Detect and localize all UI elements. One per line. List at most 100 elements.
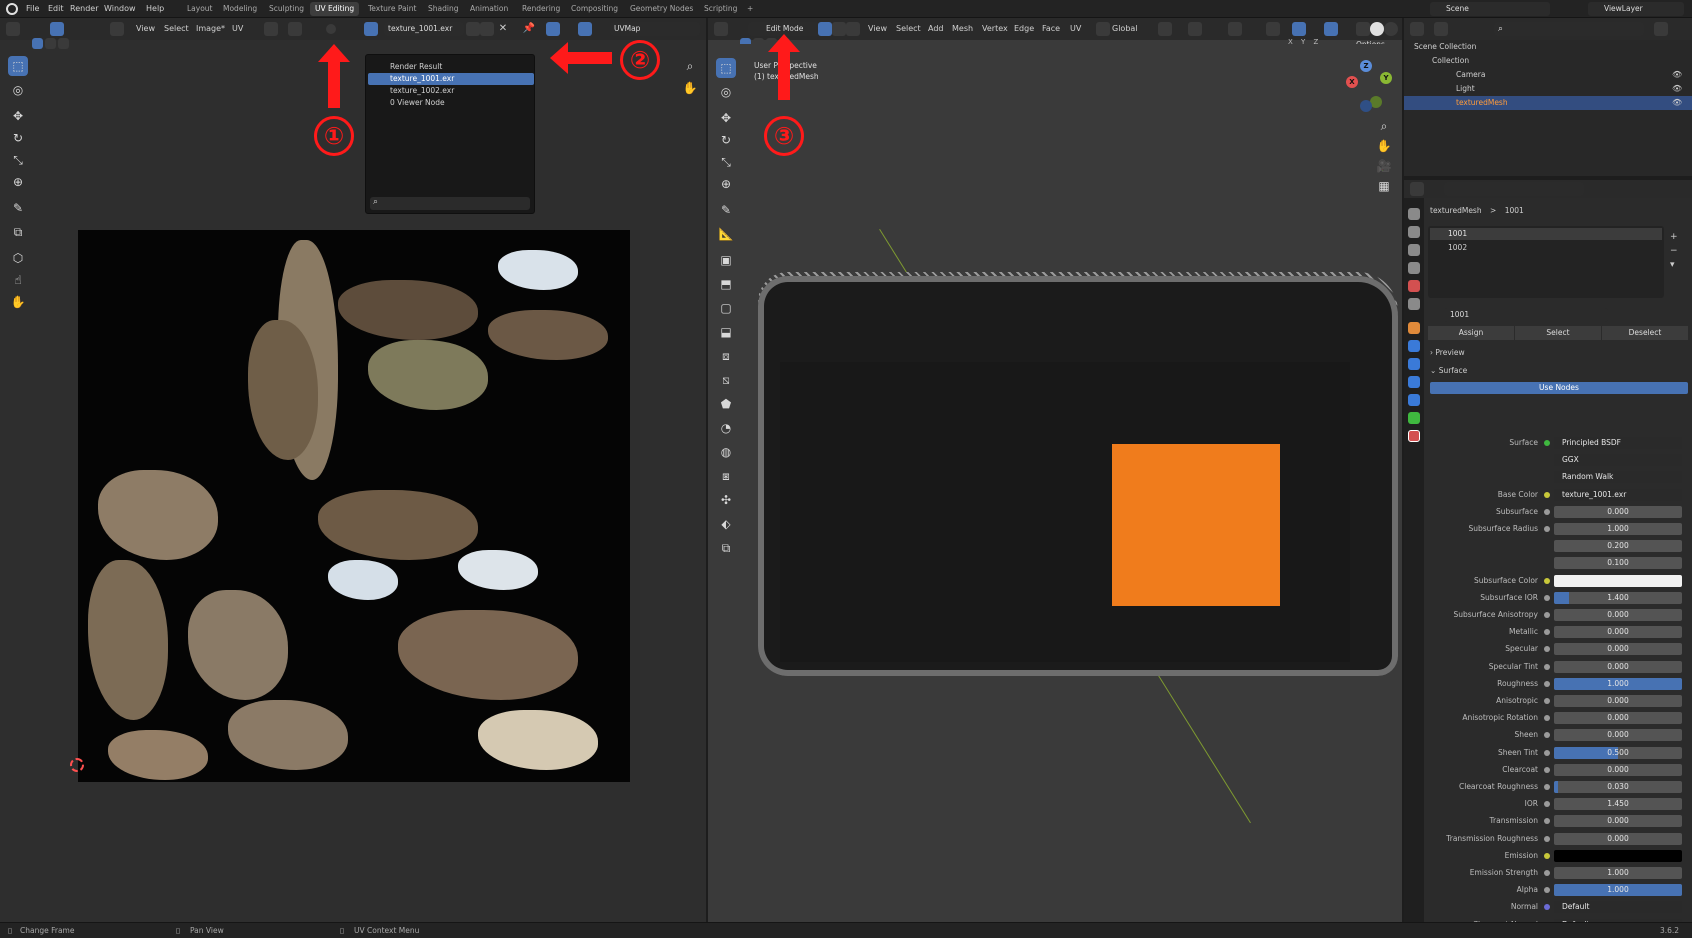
vertex-select-icon[interactable] bbox=[818, 22, 832, 36]
socket-dot-icon[interactable] bbox=[1544, 715, 1550, 722]
sync-selection-icon[interactable] bbox=[110, 22, 124, 36]
socket-dot-icon[interactable] bbox=[1544, 508, 1550, 515]
number-field[interactable]: 0.000 bbox=[1554, 626, 1682, 639]
material-tab-icon[interactable] bbox=[1408, 430, 1420, 442]
overlays-icon[interactable] bbox=[578, 22, 592, 36]
number-field[interactable]: 0.000 bbox=[1554, 609, 1682, 621]
select-new-icon[interactable] bbox=[32, 38, 43, 49]
select-extend-icon[interactable] bbox=[45, 38, 56, 49]
gizmo-toggle-icon[interactable] bbox=[1292, 22, 1306, 36]
uv-menu-view[interactable]: View bbox=[136, 22, 155, 36]
socket-dot-icon[interactable] bbox=[1544, 526, 1550, 532]
visibility-eye-icons[interactable]: 👁 👁 👁 bbox=[1672, 68, 1682, 110]
socket-dot-icon[interactable] bbox=[1544, 646, 1550, 653]
socket-dot-icon[interactable] bbox=[1544, 801, 1550, 808]
socket-dot-icon[interactable] bbox=[1544, 784, 1550, 790]
tab-sculpting[interactable]: Sculpting bbox=[264, 2, 309, 16]
assign-button[interactable]: Assign bbox=[1428, 326, 1514, 340]
annotate-tool-icon[interactable]: ✎ bbox=[716, 200, 736, 220]
material-slot-1002[interactable]: 1002 bbox=[1430, 242, 1662, 254]
poly-build-tool-icon[interactable]: ⬟ bbox=[716, 394, 736, 414]
number-field[interactable]: 0.000 bbox=[1554, 505, 1682, 518]
gizmo-x-axis[interactable]: X bbox=[1346, 76, 1358, 88]
tab-shading[interactable]: Shading bbox=[423, 2, 463, 16]
color-swatch[interactable] bbox=[1554, 574, 1682, 587]
uv-menu-image[interactable]: Image* bbox=[196, 22, 225, 36]
number-field[interactable]: 0.000 bbox=[1554, 660, 1682, 673]
gizmo-neg-z-axis[interactable] bbox=[1360, 100, 1372, 112]
viewport-menu-face[interactable]: Face bbox=[1042, 22, 1060, 36]
rotate-tool-icon[interactable]: ↻ bbox=[8, 128, 28, 148]
dropdown-item-texture-1002[interactable]: texture_1002.exr bbox=[368, 85, 534, 97]
use-nodes-button[interactable]: Use Nodes bbox=[1430, 382, 1688, 394]
number-field[interactable]: 0.000 bbox=[1554, 729, 1682, 742]
socket-dot-icon[interactable] bbox=[1544, 629, 1550, 636]
outliner-search-input[interactable]: ⌕ bbox=[1494, 22, 1644, 36]
scale-tool-icon[interactable]: ⤡ bbox=[8, 150, 28, 170]
menu-render[interactable]: Render bbox=[70, 2, 98, 16]
value-field[interactable]: GGX bbox=[1554, 454, 1682, 467]
editor-type-icon[interactable] bbox=[6, 22, 20, 36]
socket-dot-icon[interactable] bbox=[1544, 680, 1550, 687]
number-field[interactable]: 0.500 bbox=[1554, 746, 1682, 759]
proportional-edit-icon[interactable] bbox=[326, 24, 336, 34]
physics-tab-icon[interactable] bbox=[1408, 376, 1420, 388]
new-image-icon[interactable] bbox=[466, 22, 480, 36]
render-tab-icon[interactable] bbox=[1408, 226, 1420, 238]
outliner-row-collection[interactable]: Collection bbox=[1404, 54, 1692, 68]
material-name-field[interactable]: 1001 bbox=[1444, 308, 1608, 322]
dropdown-search-input[interactable]: ⌕ bbox=[370, 197, 530, 210]
uv-select-mode-icon[interactable] bbox=[50, 22, 64, 36]
viewport-canvas[interactable] bbox=[710, 44, 1400, 922]
uv-map-field[interactable]: UVMap bbox=[610, 22, 700, 36]
socket-dot-icon[interactable] bbox=[1544, 904, 1550, 911]
edge-select-icon[interactable] bbox=[832, 22, 846, 36]
xray-toggle-icon[interactable] bbox=[1356, 22, 1370, 36]
outliner-row-scene-collection[interactable]: Scene Collection bbox=[1404, 40, 1692, 54]
face-select-icon[interactable] bbox=[846, 22, 860, 36]
scale-tool-icon[interactable]: ⤡ bbox=[716, 152, 736, 172]
rip-tool-icon[interactable]: ⧉ bbox=[8, 222, 28, 242]
zoom-icon[interactable]: ⌕ bbox=[680, 56, 700, 76]
modifier-tab-icon[interactable] bbox=[1408, 340, 1420, 352]
spin-tool-icon[interactable]: ◔ bbox=[716, 418, 736, 438]
tab-modeling[interactable]: Modeling bbox=[218, 2, 262, 16]
snap-icon[interactable] bbox=[288, 22, 302, 36]
viewport-menu-uv[interactable]: UV bbox=[1070, 22, 1081, 36]
edge-slide-tool-icon[interactable]: ⧆ bbox=[716, 466, 736, 486]
viewport-menu-add[interactable]: Add bbox=[928, 22, 944, 36]
editor-type-icon[interactable] bbox=[714, 22, 728, 36]
data-tab-icon[interactable] bbox=[1408, 412, 1420, 424]
pin-icon[interactable]: 📌 bbox=[522, 22, 536, 36]
display-mode-icon[interactable] bbox=[1434, 22, 1448, 36]
number-field[interactable]: 1.000 bbox=[1554, 884, 1682, 897]
number-field[interactable]: 1.400 bbox=[1554, 591, 1682, 604]
socket-dot-icon[interactable] bbox=[1544, 612, 1550, 618]
menu-edit[interactable]: Edit bbox=[48, 2, 64, 16]
gizmo-y-axis[interactable]: Y bbox=[1380, 72, 1392, 84]
selected-faces[interactable] bbox=[1112, 444, 1280, 606]
panel-preview[interactable]: › Preview bbox=[1430, 348, 1465, 357]
menu-file[interactable]: File bbox=[26, 2, 39, 16]
transform-tool-icon[interactable]: ⊕ bbox=[716, 174, 736, 194]
uv-menu-select[interactable]: Select bbox=[164, 22, 189, 36]
number-field[interactable]: 1.000 bbox=[1554, 523, 1682, 535]
select-mode-buttons[interactable] bbox=[32, 38, 72, 52]
transform-tool-icon[interactable]: ⊕ bbox=[8, 172, 28, 192]
dropdown-item-render-result[interactable]: Render Result bbox=[368, 61, 534, 73]
uv-editor[interactable]: View Select Image* UV texture_1001.exr ✕… bbox=[0, 18, 706, 922]
material-shading-icon[interactable] bbox=[1384, 22, 1398, 36]
socket-dot-icon[interactable] bbox=[1544, 818, 1550, 825]
2d-cursor-icon[interactable] bbox=[70, 758, 84, 772]
select-box-tool-icon[interactable]: ⬚ bbox=[8, 56, 28, 76]
orientation-icon[interactable] bbox=[1096, 22, 1110, 36]
add-cube-tool-icon[interactable]: ▣ bbox=[716, 250, 736, 270]
value-field[interactable]: Random Walk bbox=[1554, 471, 1682, 484]
value-field[interactable]: Principled BSDF bbox=[1554, 437, 1682, 449]
camera-view-icon[interactable]: 🎥 bbox=[1374, 156, 1394, 176]
value-field[interactable]: Default bbox=[1554, 901, 1682, 914]
socket-dot-icon[interactable] bbox=[1544, 663, 1550, 670]
constraints-tab-icon[interactable] bbox=[1408, 394, 1420, 406]
color-swatch[interactable] bbox=[1554, 849, 1682, 862]
cursor-tool-icon[interactable]: ◎ bbox=[716, 82, 736, 102]
